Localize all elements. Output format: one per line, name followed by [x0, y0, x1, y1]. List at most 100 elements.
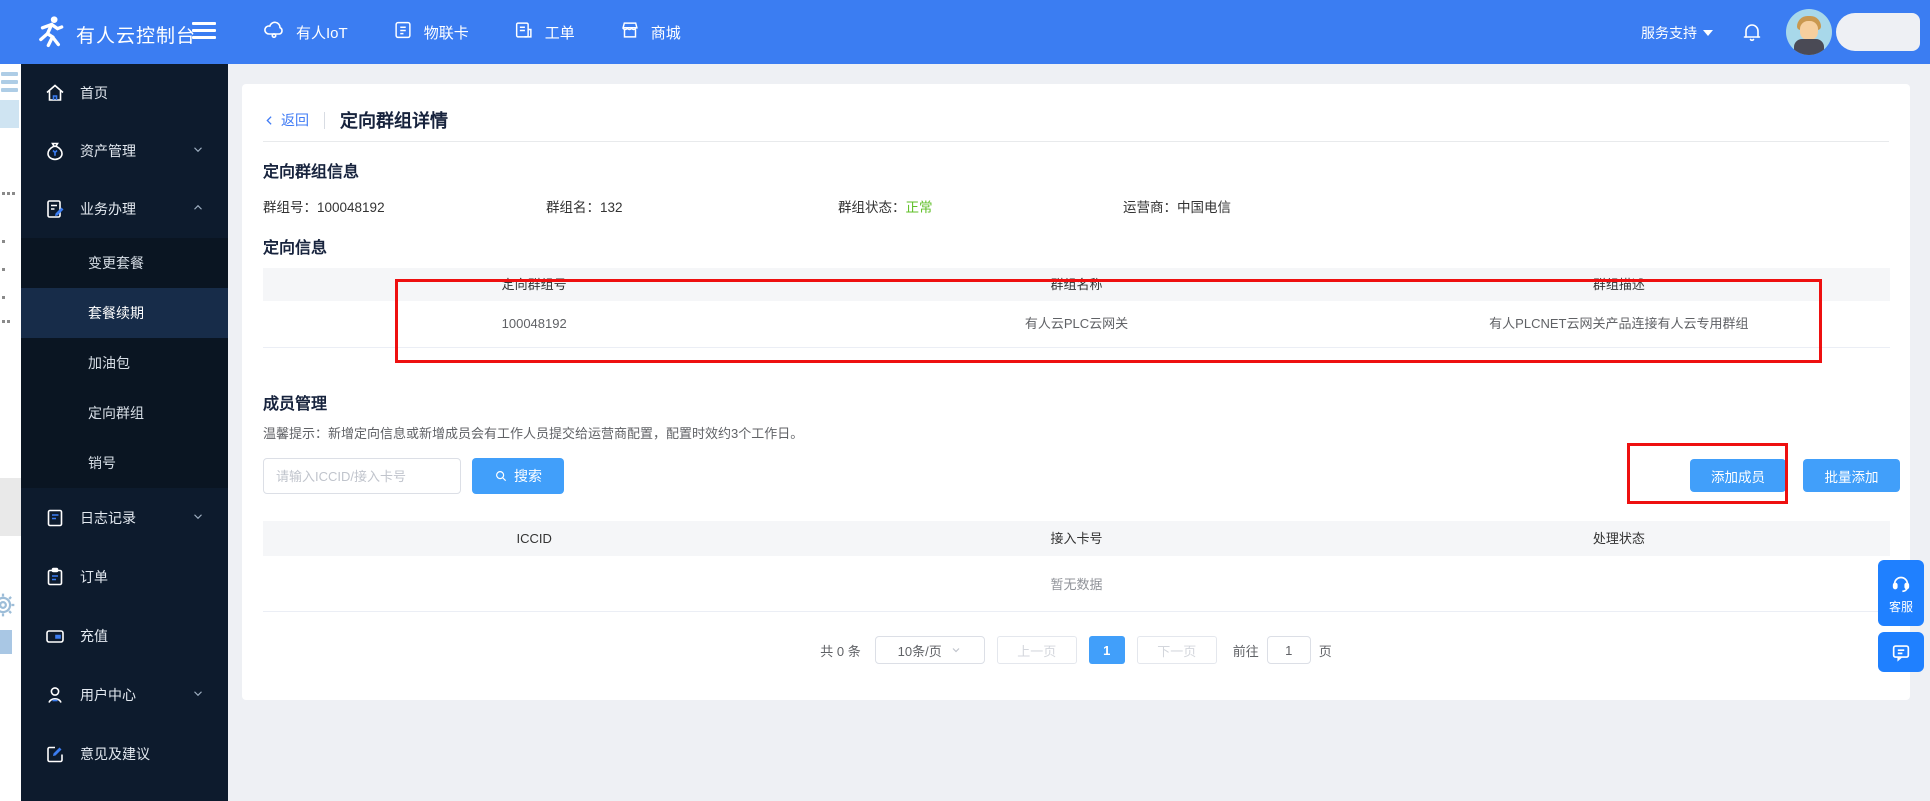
- customer-service-widget: 客服: [1878, 560, 1924, 672]
- redacted-username: [1836, 13, 1920, 51]
- detail-card: 返回 定向群组详情 定向群组信息 群组号：100048192 群组名：132 群…: [242, 84, 1910, 700]
- back-label: 返回: [281, 112, 309, 128]
- status-badge: 正常: [905, 200, 933, 215]
- sidebar-item-label: 意见及建议: [80, 745, 150, 762]
- column-header: ICCID: [516, 531, 552, 546]
- field-value: 132: [600, 200, 623, 215]
- table-header-row: 定向群组号 群组名称 群组描述: [263, 268, 1890, 301]
- sidebar-item-home[interactable]: 首页: [21, 64, 228, 122]
- field-group-name: 群组名：132: [546, 196, 623, 216]
- field-value: 100048192: [317, 200, 385, 215]
- sidebar-subitem-cancel-number[interactable]: 销号: [21, 438, 228, 488]
- background-dot: [2, 320, 5, 323]
- subitem-label: 定向群组: [88, 405, 144, 421]
- sidebar-item-label: 用户中心: [80, 686, 136, 703]
- sidebar-item-logs[interactable]: 日志记录: [21, 488, 228, 547]
- sidebar-subitem-booster-pack[interactable]: 加油包: [21, 338, 228, 388]
- background-bar: [1, 80, 18, 84]
- background-block: [0, 100, 19, 128]
- chevron-down-icon: [191, 686, 205, 703]
- table-row[interactable]: 100048192 有人云PLC云网关 有人PLCNET云网关产品连接有人云专用…: [263, 301, 1890, 348]
- sidebar-subitem-directed-group[interactable]: 定向群组: [21, 388, 228, 438]
- sidebar-item-label: 充值: [80, 627, 108, 644]
- home-icon: [43, 81, 67, 105]
- pagination: 共 0 条 10条/页 上一页 1 下一页 前往 页: [242, 635, 1910, 665]
- message-chat-button[interactable]: [1878, 632, 1924, 672]
- empty-state: 暂无数据: [263, 556, 1890, 612]
- sidebar: 首页 资产管理 业务办理 变更套餐 套餐续期 加油包 定向群组 销号 日志记录 …: [21, 64, 228, 801]
- page-title: 定向群组详情: [340, 111, 448, 131]
- page-size-select[interactable]: 10条/页: [874, 636, 985, 664]
- usr-logo-icon[interactable]: [30, 12, 70, 57]
- member-hint-text: 温馨提示：新增定向信息或新增成员会有工作人员提交给运营商配置，配置时效约3个工作…: [263, 426, 804, 441]
- subitem-label: 销号: [88, 455, 116, 471]
- section-heading-group-info: 定向群组信息: [263, 164, 360, 181]
- field-operator: 运营商：中国电信: [1123, 196, 1231, 216]
- sidebar-subitem-plan-renewal[interactable]: 套餐续期: [21, 288, 228, 338]
- sidebar-item-feedback[interactable]: 意见及建议: [21, 724, 228, 783]
- field-label: 群组号：: [263, 200, 317, 215]
- cloud-icon: [262, 18, 286, 46]
- field-label: 群组状态：: [838, 200, 906, 215]
- topnav-label: 有人IoT: [296, 24, 348, 42]
- section-heading-direction-info: 定向信息: [263, 240, 328, 257]
- chat-icon: [1892, 645, 1910, 662]
- field-value: 中国电信: [1177, 200, 1231, 215]
- sidebar-submenu-business: 变更套餐 套餐续期 加油包 定向群组 销号: [21, 238, 228, 488]
- field-group-number: 群组号：100048192: [263, 196, 385, 216]
- sidebar-item-orders[interactable]: 订单: [21, 547, 228, 606]
- next-page-button[interactable]: 下一页: [1136, 636, 1217, 664]
- topnav-sim[interactable]: 物联卡: [392, 19, 469, 45]
- topnav-store[interactable]: 商城: [619, 19, 681, 45]
- cell-group-desc: 有人PLCNET云网关产品连接有人云专用群组: [1489, 316, 1749, 331]
- column-header: 群组描述: [1592, 277, 1645, 292]
- worksheet-icon: [513, 19, 535, 45]
- goto-suffix: 页: [1318, 643, 1332, 659]
- sidebar-item-user-center[interactable]: 用户中心: [21, 665, 228, 724]
- batch-add-button[interactable]: 批量添加: [1803, 459, 1900, 492]
- collapse-menu-icon[interactable]: [192, 22, 216, 42]
- chevron-down-icon: [191, 509, 205, 526]
- sidebar-item-label: 业务办理: [80, 201, 136, 217]
- user-icon: [43, 683, 67, 707]
- clipboard-icon: [43, 565, 67, 589]
- feedback-edit-icon: [43, 742, 67, 766]
- subitem-label: 加油包: [88, 355, 130, 371]
- topnav-iot[interactable]: 有人IoT: [262, 18, 348, 46]
- chevron-down-icon: [1703, 30, 1713, 36]
- search-icon: [496, 471, 507, 482]
- background-dot: [2, 268, 5, 271]
- back-button[interactable]: 返回: [263, 110, 309, 130]
- sidebar-subitem-change-plan[interactable]: 变更套餐: [21, 238, 228, 288]
- page-size-value: 10条/页: [897, 643, 942, 659]
- chevron-up-icon: [191, 201, 205, 218]
- topnav-label: 物联卡: [423, 24, 469, 42]
- column-header: 群组名称: [1050, 277, 1103, 292]
- document-edit-icon: [43, 197, 67, 221]
- cell-group-number: 100048192: [501, 316, 567, 331]
- prev-page-button[interactable]: 上一页: [996, 636, 1077, 664]
- add-member-button[interactable]: 添加成员: [1690, 459, 1786, 492]
- topnav-label: 商城: [650, 24, 681, 42]
- headset-icon: [1892, 576, 1910, 592]
- background-dot: [7, 320, 10, 323]
- top-navigation: 有人IoT 物联卡 工单 商城: [262, 0, 681, 64]
- current-page-button[interactable]: 1: [1088, 636, 1125, 664]
- sidebar-item-label: 订单: [80, 568, 108, 585]
- topnav-worksheet[interactable]: 工单: [513, 19, 575, 45]
- search-button[interactable]: 搜索: [472, 458, 564, 494]
- sidebar-item-assets[interactable]: 资产管理: [21, 122, 228, 180]
- sidebar-item-recharge[interactable]: 充值: [21, 606, 228, 665]
- goto-prefix: 前往: [1232, 643, 1259, 659]
- service-support-menu[interactable]: 服务支持: [1641, 23, 1713, 43]
- sidebar-item-business[interactable]: 业务办理: [21, 180, 228, 238]
- sim-card-icon: [392, 19, 414, 45]
- sidebar-item-label: 日志记录: [80, 509, 136, 526]
- background-bar: [1, 72, 18, 76]
- members-table: ICCID 接入卡号 处理状态 暂无数据: [263, 521, 1890, 612]
- customer-service-button[interactable]: 客服: [1878, 560, 1924, 626]
- goto-page-input[interactable]: [1266, 636, 1311, 664]
- search-input[interactable]: [263, 458, 461, 494]
- user-avatar[interactable]: [1786, 9, 1832, 55]
- notification-bell-icon[interactable]: [1740, 20, 1764, 49]
